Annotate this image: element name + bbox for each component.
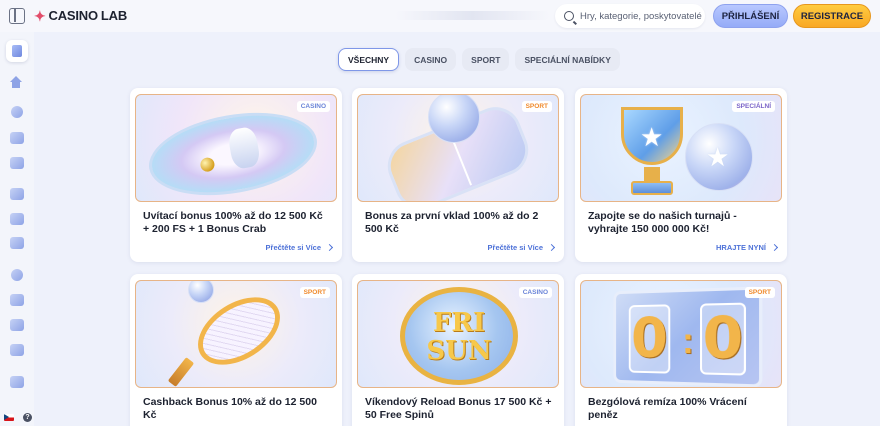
promo-card[interactable]: ★ ★ SPECIÁLNÍ Zapojte se do našich turna… <box>575 88 787 262</box>
star-icon: ★ <box>640 122 664 152</box>
search-input[interactable]: Hry, kategorie, poskytovatelé <box>555 4 705 28</box>
chevron-right-icon <box>770 243 779 252</box>
category-badge: CASINO <box>518 287 552 298</box>
category-badge: CASINO <box>296 101 330 112</box>
score-separator: : <box>682 319 694 362</box>
logo-text: CASINO <box>48 8 99 23</box>
trophy-base <box>631 181 673 195</box>
search-icon <box>564 11 574 21</box>
read-more-link[interactable]: Přečtěte si Více <box>487 243 556 252</box>
tab-casino[interactable]: CASINO <box>405 48 457 71</box>
roulette-center <box>226 125 262 171</box>
star-icon: ★ <box>706 142 730 172</box>
live-casino-icon[interactable] <box>10 132 24 144</box>
special-icon[interactable] <box>10 319 24 331</box>
weekend-coin-image: FRI SUN CASINO <box>357 280 559 388</box>
scoreboard-icon: 0 : 0 <box>613 286 763 387</box>
promo-card[interactable]: 0 : 0 SPORT Bezgólová remíza 100% Vrácen… <box>575 274 787 426</box>
promotions-icon[interactable] <box>6 40 28 62</box>
gold-ball-icon <box>199 156 216 173</box>
filter-tabs: VŠECHNY CASINO SPORT SPECIÁLNÍ NABÍDKY <box>338 48 620 71</box>
register-button[interactable]: REGISTRACE <box>793 4 871 28</box>
score-away: 0 <box>700 302 747 376</box>
esports-icon[interactable] <box>10 237 24 249</box>
read-more-label: Přečtěte si Více <box>265 243 321 252</box>
games-icon[interactable] <box>10 188 24 200</box>
racket-handle <box>167 357 195 387</box>
tab-all[interactable]: VŠECHNY <box>338 48 400 71</box>
logo-text-suffix: LAB <box>100 8 128 23</box>
trophy-cup-icon: ★ <box>621 107 683 165</box>
category-badge: SPORT <box>299 287 330 298</box>
play-now-link[interactable]: HRAJTE NYNÍ <box>715 243 779 252</box>
category-badge: SPORT <box>521 101 552 112</box>
cz-flag-icon[interactable] <box>4 414 14 421</box>
read-more-label: Přečtěte si Více <box>487 243 543 252</box>
score-home: 0 <box>628 304 671 374</box>
roulette-wheel-icon <box>142 100 324 201</box>
card-title: Víkendový Reload Bonus 17 500 Kč + 50 Fr… <box>365 396 552 421</box>
help-icon[interactable]: ? <box>23 413 32 422</box>
tennis-image: SPORT <box>135 280 337 388</box>
casino-icon[interactable] <box>11 106 23 118</box>
tab-sport[interactable]: SPORT <box>462 48 510 71</box>
vip-icon[interactable] <box>10 344 24 356</box>
chevron-right-icon <box>547 243 556 252</box>
sidebar-toggle-icon[interactable] <box>9 8 25 24</box>
card-title: Uvítací bonus 100% až do 12 500 Kč + 200… <box>143 210 323 235</box>
chevron-right-icon <box>325 243 334 252</box>
coin-text-sun: SUN <box>426 336 492 366</box>
play-now-label: HRAJTE NYNÍ <box>715 243 766 252</box>
promo-card[interactable]: FRI SUN CASINO Víkendový Reload Bonus 17… <box>352 274 564 426</box>
home-icon[interactable] <box>10 76 22 88</box>
sports-icon[interactable] <box>10 213 24 225</box>
category-badge: SPORT <box>744 287 775 298</box>
trophy-image: ★ ★ SPECIÁLNÍ <box>580 94 782 202</box>
sidebar <box>0 32 34 426</box>
promo-card[interactable]: SPORT Bonus za první vklad 100% až do 2 … <box>352 88 564 262</box>
trophy-stem <box>644 167 660 181</box>
card-title: Bezgólová remíza 100% Vrácení peněz <box>588 396 747 421</box>
football-field-image: SPORT <box>357 94 559 202</box>
crown-icon[interactable] <box>10 376 24 388</box>
category-badge: SPECIÁLNÍ <box>732 101 775 112</box>
logo[interactable]: ✦ CASINO LAB <box>34 8 127 23</box>
card-title: Zapojte se do našich turnajů - vyhrajte … <box>588 210 737 235</box>
promo-card[interactable]: CASINO Uvítací bonus 100% až do 12 500 K… <box>130 88 342 262</box>
card-title: Cashback Bonus 10% až do 12 500 Kč <box>143 396 317 421</box>
fri-sun-coin-icon: FRI SUN <box>400 287 518 385</box>
promo-card[interactable]: SPORT Cashback Bonus 10% až do 12 500 Kč <box>130 274 342 426</box>
top-decoration <box>395 11 550 20</box>
trophy-icon[interactable] <box>10 294 24 306</box>
login-button[interactable]: PŘIHLÁŠENÍ <box>713 4 788 28</box>
card-title: Bonus za první vklad 100% až do 2 500 Kč <box>365 210 539 235</box>
roulette-image: CASINO <box>135 94 337 202</box>
search-placeholder: Hry, kategorie, poskytovatelé <box>580 10 702 22</box>
top-bar: ✦ CASINO LAB Hry, kategorie, poskytovatel… <box>0 0 880 32</box>
logo-star-icon: ✦ <box>34 7 46 24</box>
star-ball-icon: ★ <box>685 123 753 191</box>
read-more-link[interactable]: Přečtěte si Více <box>265 243 334 252</box>
tab-special-offers[interactable]: SPECIÁLNÍ NABÍDKY <box>515 48 620 71</box>
slots-icon[interactable] <box>10 157 24 169</box>
virtual-icon[interactable] <box>11 269 23 281</box>
scoreboard-image: 0 : 0 SPORT <box>580 280 782 388</box>
coin-text-fri: FRI <box>432 308 486 338</box>
tennis-ball-icon <box>188 281 214 303</box>
